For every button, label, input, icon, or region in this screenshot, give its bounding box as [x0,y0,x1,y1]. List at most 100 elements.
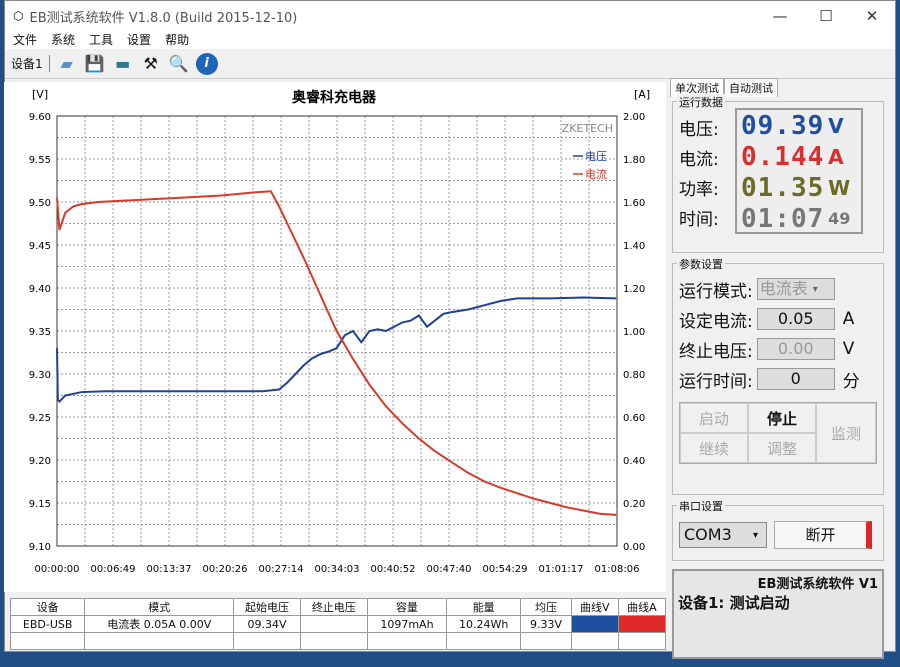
run-data-legend: 运行数据 [677,94,725,110]
monitor-button[interactable]: 监测 [816,403,876,463]
table-cell: 10.24Wh [446,615,522,633]
y-tick-right: 0.60 [623,413,645,424]
watermark: ZKETECH [562,122,613,135]
run-time-label: 运行时间: [679,371,753,392]
control-panel: 单次测试 自动测试 运行数据 电压: 电流: 功率: 时间: 09.39 V 0… [670,78,886,667]
run-time-unit: 分 [842,371,860,392]
x-tick: 00:06:49 [91,564,136,575]
y-axis-left-label: [V] [32,88,48,101]
log-line: EB测试系统软件 V1 [757,577,878,592]
y-tick-right: 0.80 [623,370,645,381]
legend-label: 电压 [585,150,607,163]
table-header: 设备 模式 起始电压 终止电压 容量 能量 均压 曲线V 曲线A [9,598,667,616]
y-tick-left: 9.35 [29,327,51,338]
column-header: 模式 [84,598,235,616]
stop-voltage-unit: V [842,339,855,359]
y-tick-right: 1.80 [623,155,645,166]
y-axis-right-label: [A] [634,88,650,101]
run-time-input[interactable]: 0 [756,368,835,390]
mode-select[interactable]: 电流表 [756,278,835,300]
chevron-down-icon[interactable]: ▾ [813,284,818,295]
table-row[interactable]: EBD-USB 电流表 0.05A 0.00V 09.34V 1097mAh 10.24… [9,615,667,633]
table-cell: 电流表 0.05A 0.00V [84,615,235,633]
chart-title: 奥睿科充电器 [292,89,377,106]
y-tick-left: 9.30 [29,370,51,381]
stop-button[interactable]: 停止 [748,403,816,433]
info-icon[interactable]: i [195,52,218,75]
table-row-empty [9,632,667,650]
table-cell: 9.33V [520,615,572,633]
x-tick: 01:08:06 [595,564,640,575]
menu-file[interactable]: 文件 [13,31,37,49]
chevron-down-icon[interactable]: ▾ [753,530,758,541]
maximize-button[interactable]: ☐ [803,7,849,25]
tools-icon[interactable]: ⚒ [140,53,162,75]
voltage-unit: V [828,113,844,138]
y-tick-left: 9.10 [29,542,51,553]
column-header: 曲线V [570,598,619,616]
stop-voltage-input[interactable]: 0.00 [756,338,835,360]
x-tick: 00:20:26 [203,564,248,575]
x-tick: 00:34:03 [315,564,360,575]
start-button[interactable]: 启动 [680,403,748,433]
x-tick: 00:00:00 [35,564,80,575]
y-tick-right: 0.20 [623,499,645,510]
toolbar: 设备1 ▰ 💾 ▬ ⚒ 🔍 i [5,49,895,79]
time-seconds: 49 [828,209,851,228]
power-unit: W [828,175,851,200]
title-bar: ⬡ EB测试系统软件 V1.8.0 (Build 2015-12-10) — ☐… [5,1,895,31]
y-tick-left: 9.55 [29,155,51,166]
continue-button[interactable]: 继续 [680,433,748,463]
y-tick-left: 9.60 [29,112,51,123]
menu-tools[interactable]: 工具 [89,31,113,49]
table-cell: 1097mAh [366,615,448,633]
mode-label: 运行模式: [679,281,753,302]
x-tick: 00:13:37 [147,564,192,575]
serial-group: 串口设置 COM3 ▾ 断开 [672,498,884,561]
log-line: 设备1: 测试启动 [678,594,790,612]
set-current-input[interactable]: 0.05 [756,308,835,330]
table-cell [617,615,667,633]
chart: 奥睿科充电器 [V] [A] ZKETECH 9.60 9.55 9.50 9.45 9.40 9… [4,82,666,592]
table-cell: EBD-USB [9,615,86,633]
column-header: 均压 [520,598,572,616]
y-tick-left: 9.40 [29,284,51,295]
image-icon[interactable]: ▬ [112,53,134,75]
close-button[interactable]: ✕ [849,7,895,25]
y-tick-right: 0.40 [623,456,645,467]
power-value: 01.35 [741,172,825,203]
column-header: 起始电压 [233,598,301,616]
column-header: 能量 [446,598,522,616]
y-tick-left: 9.20 [29,456,51,467]
run-data-group: 运行数据 电压: 电流: 功率: 时间: 09.39 V 0.144 A 01.… [672,94,884,253]
y-tick-right: 2.00 [623,112,645,123]
minimize-button[interactable]: — [757,7,803,25]
params-group: 参数设置 运行模式: 电流表 ▾ 设定电流: 0.05 A 终止电压: 0.00 V … [672,256,884,495]
column-header: 容量 [366,598,448,616]
y-tick-right: 1.40 [623,241,645,252]
device-tab[interactable]: 设备1 [11,55,50,72]
table-cell [299,615,368,633]
time-value: 01:07 [741,203,825,234]
column-header: 终止电压 [299,598,368,616]
tab-auto-test[interactable]: 自动测试 [724,78,778,97]
y-tick-right: 0.00 [623,542,645,553]
menu-settings[interactable]: 设置 [127,31,151,49]
menu-help[interactable]: 帮助 [165,31,189,49]
save-icon[interactable]: 💾 [84,53,106,75]
folder-icon[interactable]: ▰ [56,53,78,75]
search-icon[interactable]: 🔍 [168,53,190,75]
x-tick: 00:47:40 [427,564,472,575]
disconnect-button[interactable]: 断开 [774,521,873,549]
x-tick: 01:01:17 [539,564,584,575]
table-cell [570,615,619,633]
y-tick-left: 9.45 [29,241,51,252]
results-table: 设备 模式 起始电压 终止电压 容量 能量 均压 曲线V 曲线A EBD-USB 电流表 0.05… [9,598,667,650]
stop-voltage-label: 终止电压: [679,341,753,362]
window-title: EB测试系统软件 V1.8.0 (Build 2015-12-10) [29,10,298,26]
adjust-button[interactable]: 调整 [748,433,816,463]
current-unit: A [828,144,844,169]
app-icon: ⬡ [13,9,24,23]
menu-system[interactable]: 系统 [51,31,75,49]
set-current-unit: A [842,309,855,329]
